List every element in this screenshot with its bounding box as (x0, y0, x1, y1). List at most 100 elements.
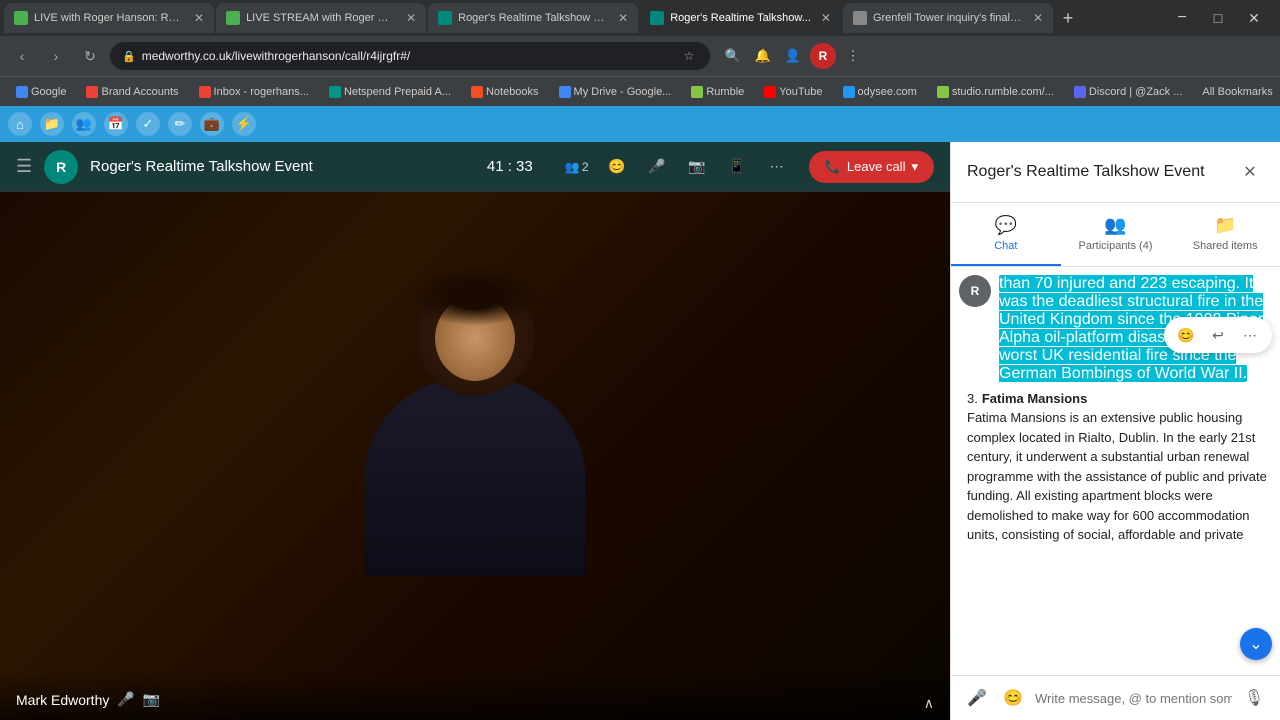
edit-icon[interactable]: ✏ (168, 112, 192, 136)
more-options-button[interactable]: ⋯ (761, 151, 793, 183)
bookmark-netspend-label: Netspend Prepaid A... (344, 86, 451, 98)
bookmark-notebooks[interactable]: Notebooks (463, 84, 547, 100)
message-more-button[interactable]: ⋯ (1236, 321, 1264, 349)
shared-tab-label: Shared items (1193, 240, 1258, 252)
shared-tab-icon: 📁 (1214, 215, 1236, 236)
bookmark-youtube[interactable]: YouTube (756, 84, 830, 100)
window-controls: − □ ✕ (1168, 4, 1276, 32)
browser-right-icons: 🔍 🔔 👤 R ⋮ (720, 43, 866, 69)
list-item-fatima-header: 3. Fatima Mansions (967, 391, 1272, 408)
url-text: medworthy.co.uk/livewithrogerhanson/call… (142, 49, 411, 63)
tab-participants[interactable]: 👥 Participants (4) (1061, 203, 1171, 266)
back-button[interactable]: ‹ (8, 42, 36, 70)
new-tab-button[interactable]: + (1055, 5, 1081, 31)
message-input[interactable] (1035, 691, 1232, 706)
tab-1[interactable]: LIVE with Roger Hanson: Roge... ✕ (4, 3, 214, 33)
bookmark-rumble-label: Rumble (706, 86, 744, 98)
scroll-up-button[interactable]: ∧ (924, 695, 934, 712)
google-favicon (16, 86, 28, 98)
tab-shared[interactable]: 📁 Shared items (1170, 203, 1280, 266)
bookmark-studio-rumble[interactable]: studio.rumble.com/... (929, 84, 1062, 100)
video-name-bar: Mark Edworthy 🎤 📷 (0, 671, 950, 720)
hamburger-menu-icon[interactable]: ☰ (16, 156, 32, 177)
list-item-3-title: Fatima Mansions (982, 391, 1087, 406)
panel-header: Roger's Realtime Talkshow Event ✕ (951, 142, 1280, 203)
leave-call-chevron: ▾ (911, 159, 918, 175)
bookmark-all[interactable]: All Bookmarks (1194, 84, 1280, 100)
bookmark-studio-rumble-label: studio.rumble.com/... (952, 86, 1054, 98)
bookmark-netspend[interactable]: Netspend Prepaid A... (321, 84, 459, 100)
bookmark-brand[interactable]: Brand Accounts (78, 84, 186, 100)
camera-button[interactable]: 📷 (681, 151, 713, 183)
odysee-favicon (843, 86, 855, 98)
bookmark-google[interactable]: Google (8, 84, 74, 100)
bookmark-brand-label: Brand Accounts (101, 86, 178, 98)
participants-tab-label: Participants (4) (1079, 240, 1153, 252)
calendar-icon[interactable]: 📅 (104, 112, 128, 136)
attach-icon[interactable]: 🎤 (963, 684, 991, 712)
tab-chat[interactable]: 💬 Chat (951, 203, 1061, 266)
tab-5-close[interactable]: ✕ (1033, 11, 1043, 25)
tab-5-favicon (853, 11, 867, 25)
person-body (365, 376, 585, 576)
bookmark-inbox[interactable]: Inbox - rogerhans... (191, 84, 317, 100)
more-button[interactable]: ⋮ (840, 43, 866, 69)
tab-4[interactable]: Roger's Realtime Talkshow... ✕ (640, 3, 841, 33)
tab-3[interactable]: Roger's Realtime Talkshow Eve... ✕ (428, 3, 638, 33)
tab-2-close[interactable]: ✕ (406, 11, 416, 25)
profile-icon[interactable]: 👤 (780, 43, 806, 69)
tab-1-favicon (14, 11, 28, 25)
bookmark-discord[interactable]: Discord | @Zack ... (1066, 84, 1190, 100)
present-button[interactable]: 📱 (721, 151, 753, 183)
bookmark-odysee-label: odysee.com (858, 86, 917, 98)
chat-tab-icon: 💬 (995, 215, 1017, 236)
brand-favicon (86, 86, 98, 98)
bookmark-all-label: All Bookmarks (1202, 86, 1272, 98)
address-bar-row: ‹ › ↻ 🔒 medworthy.co.uk/livewithrogerhan… (0, 36, 1280, 76)
reload-button[interactable]: ↻ (76, 42, 104, 70)
chat-actions-bar: 😊 ↩ ⋯ (1164, 317, 1272, 353)
bookmark-odysee[interactable]: odysee.com (835, 84, 925, 100)
video-area: ☰ R Roger's Realtime Talkshow Event 41 :… (0, 142, 950, 720)
panel-close-button[interactable]: ✕ (1236, 158, 1264, 186)
star-icon[interactable]: ☆ (680, 47, 698, 65)
emoji-input-icon[interactable]: 😊 (999, 684, 1027, 712)
leave-call-icon: 📞 (825, 159, 841, 175)
leave-call-button[interactable]: 📞 Leave call ▾ (809, 151, 934, 183)
emoji-button[interactable]: 😊 (601, 151, 633, 183)
forward-button[interactable]: › (42, 42, 70, 70)
reply-button[interactable]: ↩ (1204, 321, 1232, 349)
notification-icon[interactable]: 🔔 (750, 43, 776, 69)
leave-call-label: Leave call (847, 159, 906, 174)
address-bar[interactable]: 🔒 medworthy.co.uk/livewithrogerhanson/ca… (110, 42, 710, 70)
chat-tab-label: Chat (994, 240, 1017, 252)
tab-4-close[interactable]: ✕ (821, 11, 831, 25)
home-icon[interactable]: ⌂ (8, 112, 32, 136)
window-close-button[interactable]: ✕ (1240, 4, 1268, 32)
folder-icon[interactable]: 📁 (40, 112, 64, 136)
lightning-icon[interactable]: ⚡ (232, 112, 256, 136)
bookmark-rumble[interactable]: Rumble (683, 84, 752, 100)
people-icon[interactable]: 👥 (72, 112, 96, 136)
bookmark-drive[interactable]: My Drive - Google... (551, 84, 680, 100)
check-icon[interactable]: ✓ (136, 112, 160, 136)
tab-1-close[interactable]: ✕ (194, 11, 204, 25)
emoji-reaction-button[interactable]: 😊 (1172, 321, 1200, 349)
maximize-button[interactable]: □ (1204, 4, 1232, 32)
scroll-down-button[interactable]: ⌄ (1240, 628, 1272, 660)
minimize-button[interactable]: − (1168, 4, 1196, 32)
tab-5[interactable]: Grenfell Tower inquiry's final re... ✕ (843, 3, 1053, 33)
rumble-favicon (691, 86, 703, 98)
tab-3-favicon (438, 11, 452, 25)
tab-2[interactable]: LIVE STREAM with Roger Hans... ✕ (216, 3, 426, 33)
microphone-button[interactable]: 🎤 (641, 151, 673, 183)
tab-3-close[interactable]: ✕ (618, 11, 628, 25)
voice-message-icon[interactable]: 🎙 (1240, 684, 1268, 712)
panel-tabs: 💬 Chat 👥 Participants (4) 📁 Shared items (951, 203, 1280, 267)
avatar-icon[interactable]: R (810, 43, 836, 69)
browser-chrome: LIVE with Roger Hanson: Roge... ✕ LIVE S… (0, 0, 1280, 142)
drive-favicon (559, 86, 571, 98)
search-icon[interactable]: 🔍 (720, 43, 746, 69)
notebooks-favicon (471, 86, 483, 98)
briefcase-icon[interactable]: 💼 (200, 112, 224, 136)
